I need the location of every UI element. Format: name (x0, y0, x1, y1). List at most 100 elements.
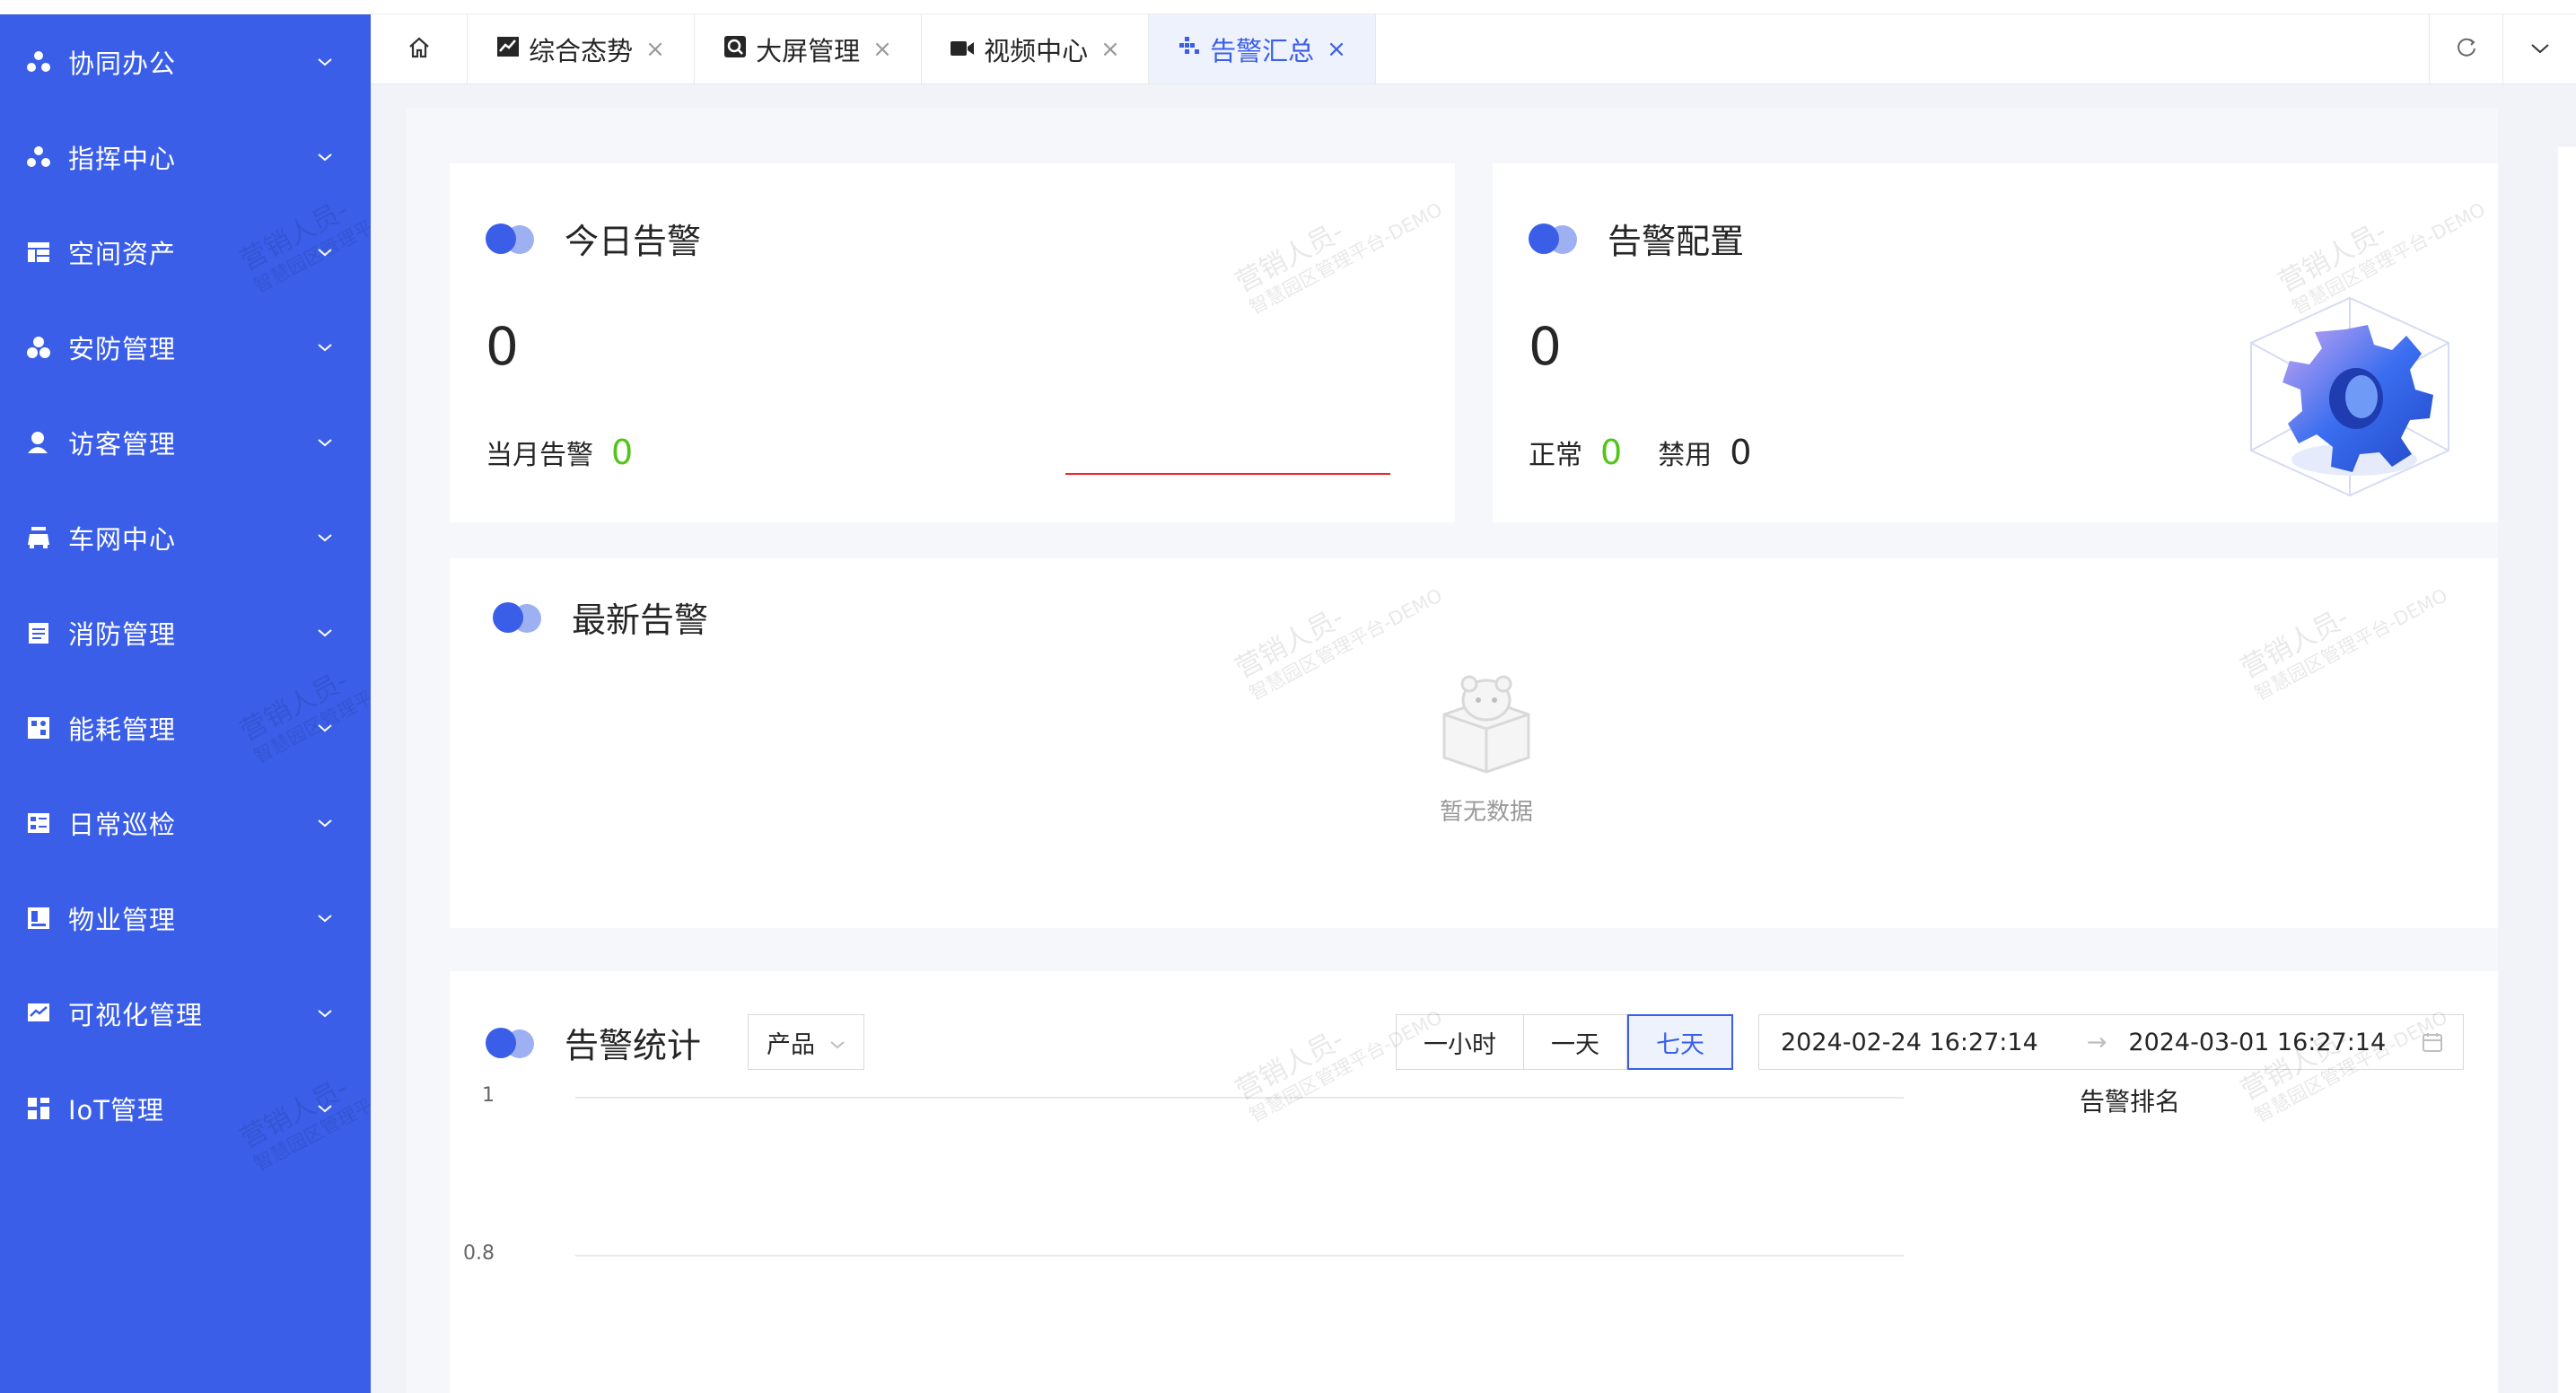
chevron-down-icon (315, 718, 335, 738)
refresh-button[interactable] (2429, 14, 2502, 84)
screen-icon (723, 34, 747, 65)
sidebar-item-fire[interactable]: 消防管理 (0, 585, 371, 680)
chevron-down-icon (315, 813, 335, 833)
tab-screen[interactable]: 大屏管理 × (695, 14, 922, 83)
month-alarm-value: 0 (611, 433, 634, 472)
sidebar-item-label: 消防管理 (68, 619, 177, 650)
chevron-down-icon (315, 337, 335, 357)
card-header: 告警配置 (1529, 214, 1744, 263)
dots-icon (1178, 34, 1201, 65)
latest-alarm-card: 最新告警 暂无数据 营销人员- 智慧园区管理平台-DEMO 营销人员- 智慧园区… (450, 558, 2498, 928)
chevron-down-icon (315, 52, 335, 72)
sidebar-item-visual[interactable]: 可视化管理 (0, 966, 371, 1061)
sidebar-item-energy[interactable]: 能耗管理 (0, 680, 371, 775)
home-icon (407, 35, 432, 64)
chart-icon (25, 1000, 52, 1027)
sidebar-item-label: 空间资产 (68, 239, 177, 269)
sidebar-item-security[interactable]: 安防管理 (0, 300, 371, 395)
normal-value: 0 (1600, 433, 1623, 472)
tab-actions (2429, 14, 2576, 84)
grid-icon (25, 714, 52, 741)
alarm-config-card: 告警配置 0 正常 0 禁用 0 营销人员- 智慧园区管理平台-DEMO (1493, 163, 2498, 522)
close-icon[interactable]: × (872, 36, 892, 63)
watermark: 营销人员-智慧园区管理平台-DEMO (1231, 584, 1446, 705)
close-icon[interactable]: × (1100, 36, 1120, 63)
card-title: 告警统计 (565, 1026, 702, 1065)
sidebar-item-property[interactable]: 物业管理 (0, 871, 371, 966)
building-icon (25, 905, 52, 932)
chevron-down-icon (315, 147, 335, 167)
close-icon[interactable]: × (1327, 36, 1346, 63)
trend-line (1065, 473, 1390, 475)
alarm-stats-card: 告警统计 产品 一小时 一天 七天 2024-02-24 16:27:14 → … (450, 971, 2498, 1393)
chevron-down-icon (315, 528, 335, 548)
y-tick-label: 1 (482, 1084, 495, 1107)
clipboard-icon (25, 619, 52, 646)
card-title: 告警配置 (1608, 222, 1745, 261)
card-header: 今日告警 (486, 214, 701, 263)
alarm-rank-title: 告警排名 (2080, 1087, 2181, 1117)
product-select[interactable]: 产品 (748, 1014, 864, 1070)
shield-cluster-icon (25, 334, 52, 361)
end-time[interactable]: 2024-03-01 16:27:14 (2128, 1029, 2386, 1056)
gear-illustration-icon (2238, 289, 2462, 508)
video-icon (950, 34, 975, 65)
chevron-down-icon (315, 433, 335, 452)
sidebar-item-inspection[interactable]: 日常巡检 (0, 775, 371, 871)
sidebar-item-space[interactable]: 空间资产 (0, 205, 371, 300)
month-alarm-row: 当月告警 0 (486, 433, 633, 472)
date-range-picker[interactable]: 2024-02-24 16:27:14 → 2024-03-01 16:27:1… (1758, 1014, 2464, 1070)
sidebar-item-label: 可视化管理 (68, 1000, 204, 1030)
tab-alarm-summary[interactable]: 告警汇总 × (1149, 14, 1376, 83)
grid-line (575, 1097, 1904, 1099)
sidebar-item-label: 协同办公 (68, 48, 177, 79)
month-alarm-label: 当月告警 (486, 440, 593, 471)
tab-menu-button[interactable] (2502, 14, 2576, 84)
scrollbar[interactable] (2558, 147, 2576, 1393)
sidebar-item-label: 访客管理 (68, 429, 177, 460)
today-alarm-count: 0 (486, 316, 519, 377)
toggle-icon (1529, 223, 1581, 254)
sidebar-item-collab[interactable]: 协同办公 (0, 14, 371, 110)
sidebar-item-visitor[interactable]: 访客管理 (0, 395, 371, 490)
chevron-down-icon (315, 242, 335, 262)
cluster-icon (25, 48, 52, 75)
sidebar-item-vehicle[interactable]: 车网中心 (0, 490, 371, 585)
tab-overview[interactable]: 综合态势 × (468, 14, 695, 83)
chevron-down-icon (315, 1099, 335, 1118)
empty-state: 暂无数据 (1428, 670, 1545, 827)
tab-label: 综合态势 (529, 35, 634, 66)
empty-box-icon (1428, 670, 1545, 781)
range-day-button[interactable]: 一天 (1524, 1014, 1627, 1070)
close-icon[interactable]: × (645, 36, 665, 63)
tab-video[interactable]: 视频中心 × (922, 14, 1149, 83)
line-chart-icon (496, 34, 520, 65)
card-title: 今日告警 (565, 222, 702, 261)
alarm-config-count: 0 (1529, 316, 1562, 377)
sidebar-item-command[interactable]: 指挥中心 (0, 110, 371, 205)
tab-label: 告警汇总 (1210, 35, 1315, 66)
sidebar-item-label: 安防管理 (68, 334, 177, 364)
toggle-icon (486, 1027, 538, 1058)
toggle-icon (493, 601, 545, 633)
tab-home[interactable] (371, 14, 468, 83)
grid-line (575, 1255, 1904, 1257)
chevron-down-icon (315, 908, 335, 928)
range-hour-button[interactable]: 一小时 (1396, 1014, 1524, 1070)
table-icon (25, 239, 52, 266)
empty-text: 暂无数据 (1439, 799, 1533, 826)
user-icon (25, 429, 52, 456)
chevron-down-icon (2530, 41, 2550, 58)
main-content: 今日告警 0 当月告警 0 营销人员- 智慧园区管理平台-DEMO 告警配置 0 … (371, 84, 2576, 1393)
range-week-button[interactable]: 七天 (1627, 1014, 1733, 1070)
chevron-down-icon (829, 1029, 846, 1056)
watermark: 营销人员-智慧园区管理平台-DEMO (1231, 198, 1446, 319)
iot-icon (25, 1095, 52, 1122)
cluster-icon (25, 144, 52, 171)
select-value: 产品 (767, 1030, 815, 1059)
disabled-label: 禁用 (1658, 440, 1713, 471)
time-range-segment: 一小时 一天 七天 (1396, 1014, 1733, 1070)
card-header: 最新告警 (493, 592, 708, 642)
start-time[interactable]: 2024-02-24 16:27:14 (1781, 1029, 2038, 1056)
sidebar-item-iot[interactable]: IoT管理 (0, 1061, 371, 1156)
